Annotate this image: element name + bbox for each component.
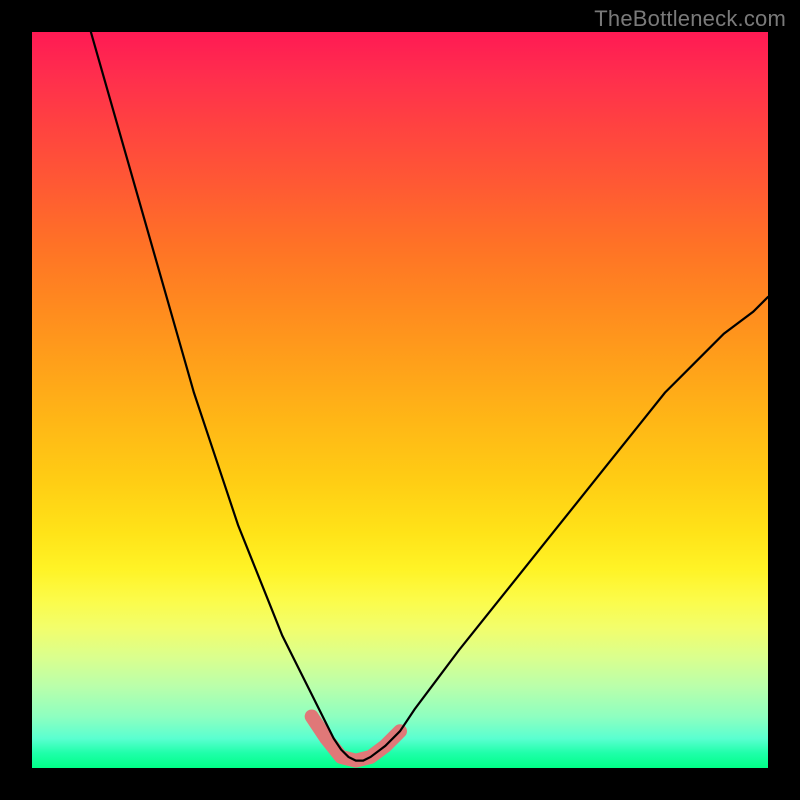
bottleneck-curve: [91, 32, 768, 761]
curve-layer: [32, 32, 768, 768]
chart-frame: TheBottleneck.com: [0, 0, 800, 800]
plot-area: [32, 32, 768, 768]
watermark-text: TheBottleneck.com: [594, 6, 786, 32]
